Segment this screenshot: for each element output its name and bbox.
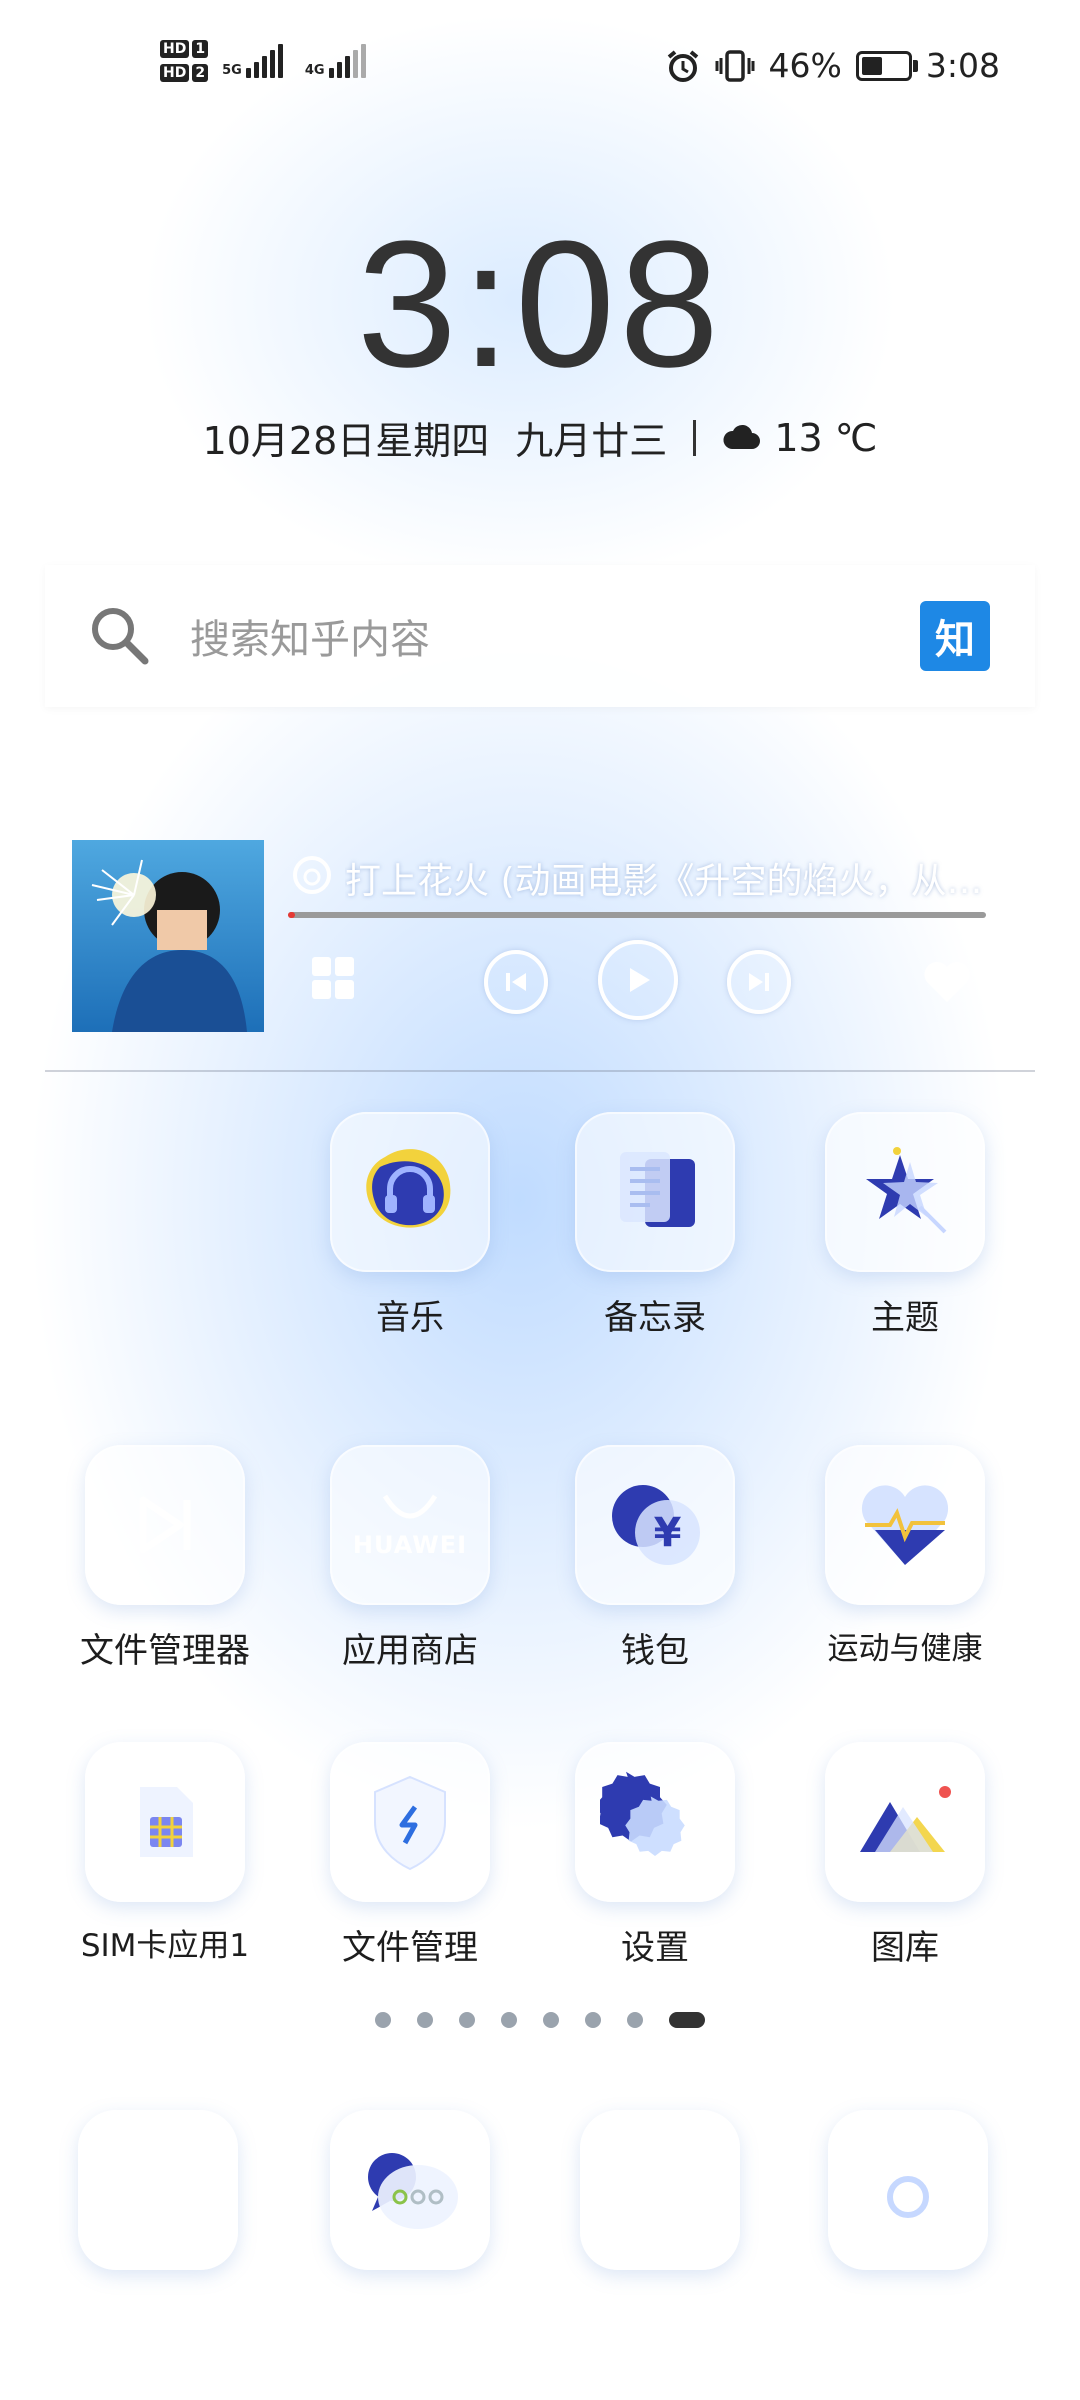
app-label: 运动与健康	[827, 1631, 983, 1667]
previous-icon	[506, 973, 526, 991]
widget-divider	[45, 1070, 1035, 1072]
page-dot-active[interactable]	[669, 2012, 705, 2028]
grid-view-icon[interactable]	[310, 955, 356, 1001]
app-music[interactable]: 音乐	[310, 1112, 510, 1339]
divider-bar	[693, 419, 697, 456]
play-button[interactable]	[598, 940, 678, 1020]
network-type-1: 5G	[222, 63, 242, 78]
phone-icon	[121, 2150, 202, 2230]
next-icon	[749, 973, 769, 991]
wallet-app-icon: ¥	[575, 1445, 735, 1605]
dock-camera[interactable]	[828, 2110, 988, 2270]
lunar-date: 九月廿三	[515, 419, 668, 463]
page-dot[interactable]	[585, 2012, 601, 2028]
app-files[interactable]: 文件管理	[310, 1742, 510, 1969]
page-dot[interactable]	[375, 2012, 391, 2028]
app-label: 图库	[871, 1928, 939, 1968]
app-label: 文件管理	[342, 1928, 478, 1968]
app-appgallery[interactable]: HUAWEI 应用商店	[310, 1445, 510, 1672]
app-settings[interactable]: 设置	[555, 1742, 755, 1969]
app-health[interactable]: 运动与健康	[805, 1445, 1005, 1668]
page-dot[interactable]	[543, 2012, 559, 2028]
dock-browser[interactable]	[580, 2110, 740, 2270]
app-wallet[interactable]: ¥ 钱包	[555, 1445, 755, 1672]
file-manager-app-icon	[85, 1445, 245, 1605]
netease-music-icon	[293, 856, 331, 894]
app-label: SIM卡应用1	[80, 1928, 250, 1964]
app-label: 主题	[871, 1298, 939, 1338]
status-bar: HD 1 HD 2 5G 4G 46% 3:08	[0, 30, 1080, 105]
signal-bars-1-icon	[245, 44, 283, 78]
vibrate-icon	[715, 49, 755, 82]
dock-messages[interactable]	[330, 2110, 490, 2270]
settings-app-icon	[575, 1742, 735, 1902]
app-label: 应用商店	[342, 1631, 478, 1671]
page-indicator[interactable]	[0, 2012, 1080, 2028]
temperature: 13 ℃	[774, 415, 878, 460]
app-label: 文件管理器	[80, 1631, 250, 1671]
page-dot[interactable]	[627, 2012, 643, 2028]
app-label: 备忘录	[604, 1298, 706, 1338]
sim2-number: 2	[192, 64, 209, 82]
song-title[interactable]: 打上花火 (动画电影《升空的焰火，从…	[345, 852, 985, 904]
signal-bars-2-icon	[328, 44, 366, 78]
music-app-icon	[330, 1112, 490, 1272]
app-sim-toolkit[interactable]: SIM卡应用1	[65, 1742, 265, 1965]
yen-icon: ¥	[635, 1500, 700, 1565]
camera-icon	[861, 2156, 955, 2227]
files-app-icon	[330, 1742, 490, 1902]
battery-icon	[855, 50, 918, 81]
app-gallery[interactable]: 图库	[805, 1742, 1005, 1969]
sim1-number: 1	[192, 40, 209, 58]
music-progress-bar[interactable]	[288, 912, 986, 918]
page-dot[interactable]	[417, 2012, 433, 2028]
signal-area: HD 1 HD 2 5G 4G	[160, 40, 366, 82]
app-themes[interactable]: 主题	[805, 1112, 1005, 1339]
zhihu-logo-button[interactable]: 知	[920, 601, 990, 671]
date-text: 10月28日星期四	[202, 419, 490, 463]
messages-icon	[368, 2153, 458, 2229]
sim-card-app-icon	[85, 1742, 245, 1902]
album-cover[interactable]	[72, 840, 264, 1032]
app-label: 设置	[621, 1928, 689, 1968]
health-app-icon	[825, 1445, 985, 1605]
zhihu-search-widget[interactable]: 搜索知乎内容 知	[45, 565, 1035, 707]
date-weather-line[interactable]: 10月28日星期四 九月廿三 13 ℃	[0, 410, 1080, 465]
cloud-icon	[723, 424, 761, 449]
battery-percent: 46%	[768, 46, 842, 85]
page-dot[interactable]	[501, 2012, 517, 2028]
app-label: 音乐	[376, 1298, 444, 1338]
search-input[interactable]: 搜索知乎内容	[190, 607, 920, 665]
app-notes[interactable]: 备忘录	[555, 1112, 755, 1339]
app-label: 钱包	[621, 1631, 689, 1671]
next-track-button[interactable]	[727, 950, 791, 1014]
app-file-manager[interactable]: 文件管理器	[65, 1445, 265, 1672]
appgallery-app-icon: HUAWEI	[330, 1445, 490, 1605]
huawei-brand-text: HUAWEI	[352, 1531, 468, 1559]
search-icon	[92, 608, 149, 665]
notes-app-icon	[575, 1112, 735, 1272]
previous-track-button[interactable]	[484, 950, 548, 1014]
status-right: 46% 3:08	[665, 46, 1000, 85]
page-dot[interactable]	[459, 2012, 475, 2028]
play-icon	[630, 968, 650, 992]
network-type-2: 4G	[304, 63, 325, 78]
lockscreen-clock[interactable]: 3:08	[0, 215, 1080, 395]
dock-phone[interactable]	[78, 2110, 238, 2270]
hd-badge-1: HD	[160, 40, 190, 58]
alarm-icon	[667, 49, 698, 82]
gallery-app-icon	[825, 1742, 985, 1902]
globe-icon	[621, 2151, 699, 2229]
hd-badge-2: HD	[160, 64, 190, 82]
themes-app-icon	[825, 1112, 985, 1272]
status-time: 3:08	[925, 46, 1000, 85]
heart-icon[interactable]	[922, 958, 972, 1004]
